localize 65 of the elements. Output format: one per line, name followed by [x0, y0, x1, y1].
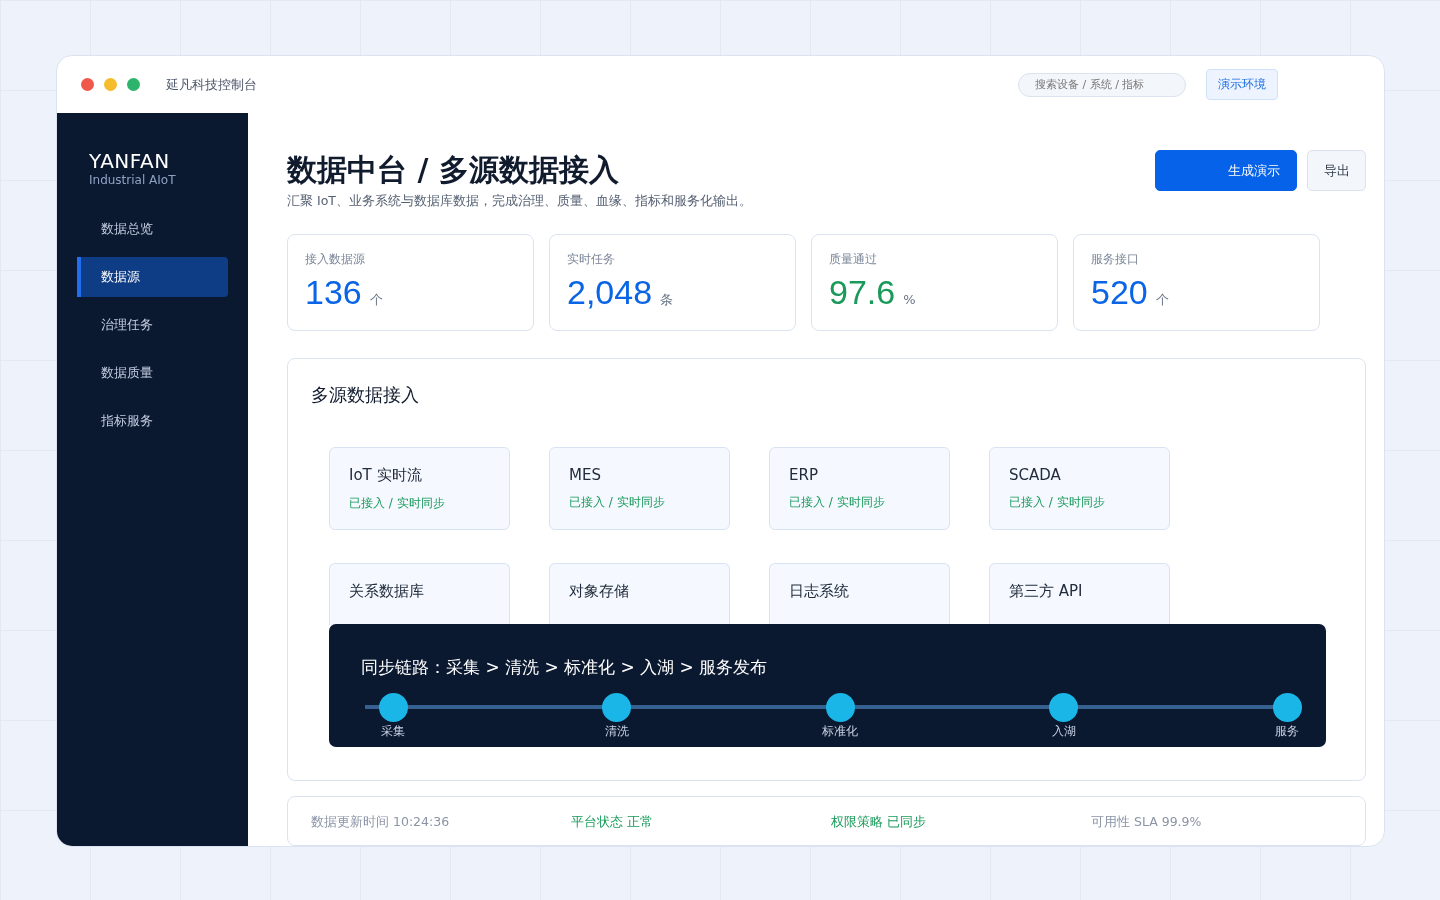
stat-unit: 条 — [660, 291, 674, 309]
stat-label: 接入数据源 — [305, 251, 366, 268]
step-node-icon — [1049, 693, 1078, 722]
stat-unit: 个 — [369, 291, 383, 309]
source-card[interactable]: 关系数据库 — [329, 563, 510, 625]
step-label: 清洗 — [604, 723, 629, 740]
generate-button[interactable]: 生成演示 — [1155, 150, 1297, 191]
stat-label: 服务接口 — [1091, 251, 1140, 268]
stat-unit: % — [903, 292, 916, 307]
source-name: ERP — [789, 466, 819, 484]
source-name: 第三方 API — [1009, 582, 1084, 601]
brand-name: YANFAN — [88, 149, 171, 173]
stat-value: 136 — [305, 272, 362, 312]
source-card[interactable]: ERP 已接入 / 实时同步 — [769, 447, 950, 530]
step-label: 标准化 — [822, 723, 858, 740]
sidebar-item[interactable]: 数据质量 — [77, 353, 228, 393]
status-text: 权限策略 已同步 — [831, 814, 926, 829]
close-icon[interactable] — [81, 78, 94, 91]
sidebar-item[interactable]: 指标服务 — [77, 401, 228, 441]
step-label: 服务 — [1275, 723, 1299, 740]
brand-tagline: Industrial AIoT — [88, 173, 177, 187]
stat-value: 520 — [1091, 272, 1148, 312]
step-label: 采集 — [381, 723, 405, 740]
pipeline-title: 同步链路：采集 > 清洗 > 标准化 > 入湖 > 服务发布 — [361, 656, 769, 679]
source-card[interactable]: 日志系统 — [769, 563, 950, 625]
source-name: 日志系统 — [789, 582, 850, 601]
panel-title: 多源数据接入 — [311, 383, 420, 407]
sidebar-item[interactable]: 数据总览 — [77, 209, 228, 249]
page-subtitle: 汇聚 IoT、业务系统与数据库数据，完成治理、质量、血缘、指标和服务化输出。 — [287, 193, 752, 210]
source-status: 已接入 / 实时同步 — [569, 494, 666, 511]
step-node-icon — [825, 693, 855, 722]
source-status: 已接入 / 实时同步 — [349, 495, 446, 512]
source-name: IoT 实时流 — [349, 466, 423, 485]
maximize-icon[interactable] — [127, 78, 140, 91]
source-card[interactable]: IoT 实时流 已接入 / 实时同步 — [329, 447, 510, 530]
source-name: MES — [569, 466, 602, 484]
source-card[interactable]: 对象存储 — [549, 563, 730, 625]
search-field[interactable]: 搜索设备 / 系统 / 指标 — [1018, 72, 1186, 97]
step-label: 入湖 — [1051, 723, 1076, 740]
minimize-icon[interactable] — [104, 78, 117, 91]
window-title: 延凡科技控制台 — [166, 75, 257, 94]
status-text: 平台状态 正常 — [571, 814, 653, 829]
source-card[interactable]: MES 已接入 / 实时同步 — [549, 447, 730, 530]
source-name: 关系数据库 — [349, 582, 425, 601]
source-card[interactable]: 第三方 API — [989, 563, 1170, 625]
page-title: 数据中台 / 多源数据接入 — [287, 151, 620, 189]
stat-value: 97.6 — [829, 272, 896, 312]
source-status: 已接入 / 实时同步 — [789, 494, 886, 511]
step-node-icon — [602, 693, 631, 722]
sidebar-item[interactable]: 数据源 — [77, 257, 228, 297]
step-node-icon — [378, 693, 408, 722]
source-status: 已接入 / 实时同步 — [1009, 494, 1106, 511]
source-card[interactable]: SCADA 已接入 / 实时同步 — [989, 447, 1170, 530]
sidebar-item[interactable]: 治理任务 — [77, 305, 228, 345]
stat-label: 质量通过 — [829, 251, 878, 268]
step-node-icon — [1272, 693, 1302, 722]
status-text: 数据更新时间 10:24:36 — [311, 814, 450, 829]
environment-badge: 演示环境 — [1206, 69, 1278, 100]
stat-label: 实时任务 — [567, 251, 616, 268]
stat-unit: 个 — [1155, 291, 1169, 309]
source-name: 对象存储 — [569, 582, 630, 601]
stat-value: 2,048 — [567, 272, 653, 312]
export-button[interactable]: 导出 — [1307, 150, 1366, 191]
source-name: SCADA — [1009, 466, 1062, 484]
status-text: 可用性 SLA 99.9% — [1091, 814, 1202, 829]
